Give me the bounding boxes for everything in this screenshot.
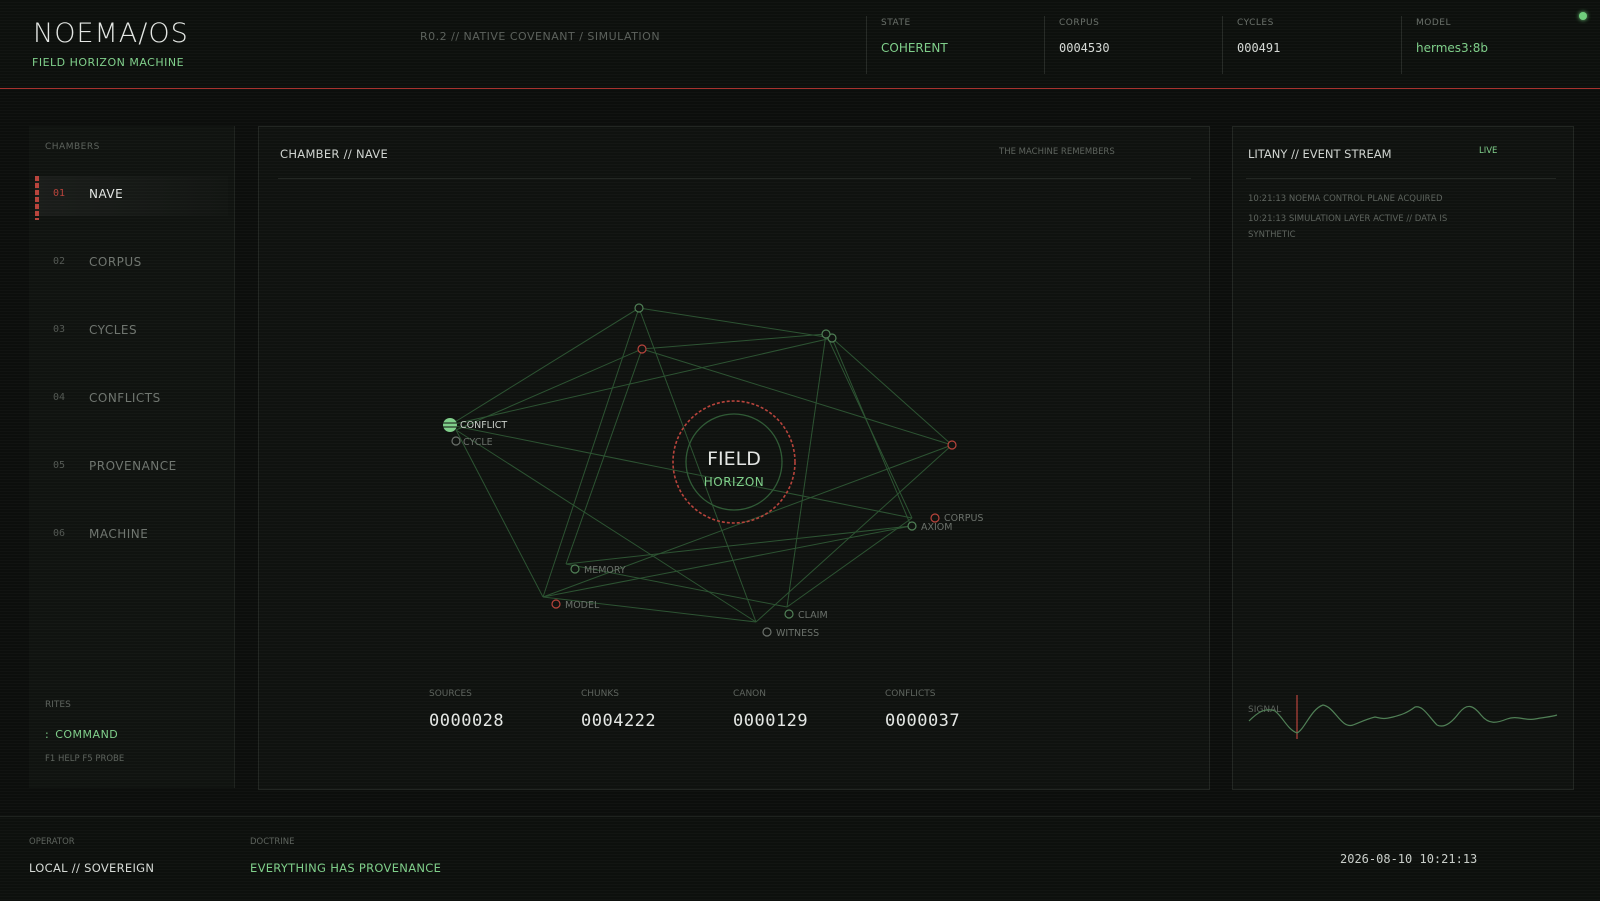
event-entry: 10:21:13 SIMULATION LAYER ACTIVE // DATA… <box>1248 214 1448 240</box>
stat-label: CORPUS <box>1059 18 1100 28</box>
graph-node[interactable] <box>821 329 831 339</box>
sidebar-item-nave[interactable]: 01 NAVE <box>35 176 228 220</box>
stat-model: MODEL hermes3:8b <box>1401 16 1576 74</box>
node-claim[interactable]: CLAIM <box>784 609 828 621</box>
node-label: CYCLE <box>463 437 493 448</box>
sidebar-item-number: 01 <box>53 188 66 199</box>
metric-value: 0004222 <box>581 711 657 731</box>
sidebar-item-provenance[interactable]: 05 PROVENANCE <box>35 448 228 488</box>
graph-node[interactable] <box>907 521 917 531</box>
status-indicator-icon <box>1579 12 1587 20</box>
node-label: CLAIM <box>798 610 828 621</box>
graph-node[interactable] <box>637 344 647 354</box>
node-axiom[interactable]: AXIOM <box>907 521 952 533</box>
graph-node[interactable] <box>570 564 580 574</box>
event-entry: 10:21:13 NOEMA CONTROL PLANE ACQUIRED <box>1248 194 1443 204</box>
live-badge: LIVE <box>1479 146 1498 156</box>
sidebar-item-machine[interactable]: 06 MACHINE <box>35 516 228 556</box>
stat-cycles: CYCLES 000491 <box>1222 16 1397 74</box>
chambers-sidebar: CHAMBERS 01 NAVE 02 CORPUS 03 CYCLES 04 … <box>29 126 235 788</box>
command-input[interactable]: : COMMAND <box>45 728 118 741</box>
stat-label: STATE <box>881 18 911 28</box>
metric-value: 0000037 <box>885 711 961 731</box>
graph-node[interactable] <box>930 513 940 523</box>
prompt-caret-icon: : <box>45 728 50 741</box>
app-subtitle: FIELD HORIZON MACHINE <box>32 56 185 69</box>
stat-label: MODEL <box>1416 18 1451 28</box>
node-label: CONFLICT <box>460 420 507 431</box>
node-witness[interactable]: WITNESS <box>762 627 819 639</box>
stat-state: STATE COHERENT <box>866 16 1041 74</box>
metric-label: SOURCES <box>429 689 472 699</box>
graph-node[interactable] <box>634 303 644 313</box>
graph-node[interactable] <box>551 599 561 609</box>
operator-value: LOCAL // SOVEREIGN <box>29 861 155 875</box>
sidebar-item-number: 02 <box>53 256 66 267</box>
graph-edges <box>449 307 953 623</box>
horizon-label: HORIZON <box>704 475 765 489</box>
graph-node[interactable] <box>784 609 794 619</box>
sidebar-item-label: CONFLICTS <box>89 391 161 405</box>
sidebar-item-label: CYCLES <box>89 323 138 337</box>
stat-corpus: CORPUS 0004530 <box>1044 16 1219 74</box>
stat-value: hermes3:8b <box>1416 41 1488 55</box>
sidebar-item-number: 04 <box>53 392 66 403</box>
metric-sources: SOURCES 0000028 <box>429 689 579 731</box>
divider <box>1246 178 1556 179</box>
keyboard-hint: F1 HELP F5 PROBE <box>45 754 125 764</box>
sidebar-item-label: NAVE <box>89 187 124 201</box>
sidebar-item-corpus[interactable]: 02 CORPUS <box>35 244 228 284</box>
timestamp: 2026-08-10 10:21:13 <box>1340 852 1478 866</box>
node-label: MODEL <box>565 600 600 611</box>
sidebar-item-cycles[interactable]: 03 CYCLES <box>35 312 228 352</box>
sidebar-item-conflicts[interactable]: 04 CONFLICTS <box>35 380 228 420</box>
sidebar-item-label: CORPUS <box>89 255 142 269</box>
stat-value: 0004530 <box>1059 41 1110 55</box>
node-label: AXIOM <box>921 522 952 533</box>
sidebar-item-label: PROVENANCE <box>89 459 177 473</box>
doctrine-value: EVERYTHING HAS PROVENANCE <box>250 861 442 875</box>
metric-value: 0000028 <box>429 711 505 731</box>
metric-label: CANON <box>733 689 766 699</box>
event-stream-panel: LITANY // EVENT STREAM LIVE 10:21:13 NOE… <box>1232 126 1574 790</box>
node-cycle[interactable]: CYCLE <box>451 436 493 448</box>
app-title: NOEMA/OS <box>33 18 189 49</box>
metric-chunks: CHUNKS 0004222 <box>581 689 731 731</box>
metric-conflicts: CONFLICTS 0000037 <box>885 689 1035 731</box>
rites-title: RITES <box>45 700 71 710</box>
node-label: WITNESS <box>776 628 819 639</box>
sidebar-title: CHAMBERS <box>45 142 100 152</box>
signal-waveform <box>1248 695 1558 739</box>
graph-node[interactable] <box>443 418 457 432</box>
stat-value: COHERENT <box>881 41 948 55</box>
operator-label: OPERATOR <box>29 837 75 847</box>
metric-value: 0000129 <box>733 711 809 731</box>
active-marker <box>35 176 39 220</box>
version-label: R0.2 // NATIVE COVENANT / SIMULATION <box>420 30 661 43</box>
node-model[interactable]: MODEL <box>551 599 600 611</box>
field-label: FIELD <box>707 448 761 470</box>
doctrine-label: DOCTRINE <box>250 837 295 847</box>
graph-node[interactable] <box>947 440 957 450</box>
status-footer: OPERATOR LOCAL // SOVEREIGN DOCTRINE EVE… <box>0 816 1600 901</box>
node-label: MEMORY <box>584 565 626 576</box>
sidebar-item-number: 06 <box>53 528 66 539</box>
stat-label: CYCLES <box>1237 18 1274 28</box>
chamber-panel: CHAMBER // NAVE THE MACHINE REMEMBERS FI… <box>258 126 1210 790</box>
metric-label: CHUNKS <box>581 689 619 699</box>
node-conflict[interactable]: CONFLICT <box>443 418 507 432</box>
sidebar-item-number: 03 <box>53 324 66 335</box>
graph-node[interactable] <box>451 436 461 446</box>
top-bar: NOEMA/OS FIELD HORIZON MACHINE R0.2 // N… <box>0 0 1600 89</box>
event-stream-title: LITANY // EVENT STREAM <box>1248 147 1392 161</box>
graph-node[interactable] <box>762 627 772 637</box>
stat-value: 000491 <box>1237 41 1281 55</box>
metric-canon: CANON 0000129 <box>733 689 883 731</box>
metric-label: CONFLICTS <box>885 689 936 699</box>
sidebar-item-number: 05 <box>53 460 66 471</box>
sidebar-item-label: MACHINE <box>89 527 149 541</box>
field-graph[interactable]: FIELD HORIZON CONFLICT CYCLE CORPUS AXIO… <box>259 127 1209 687</box>
command-label: COMMAND <box>55 728 119 741</box>
